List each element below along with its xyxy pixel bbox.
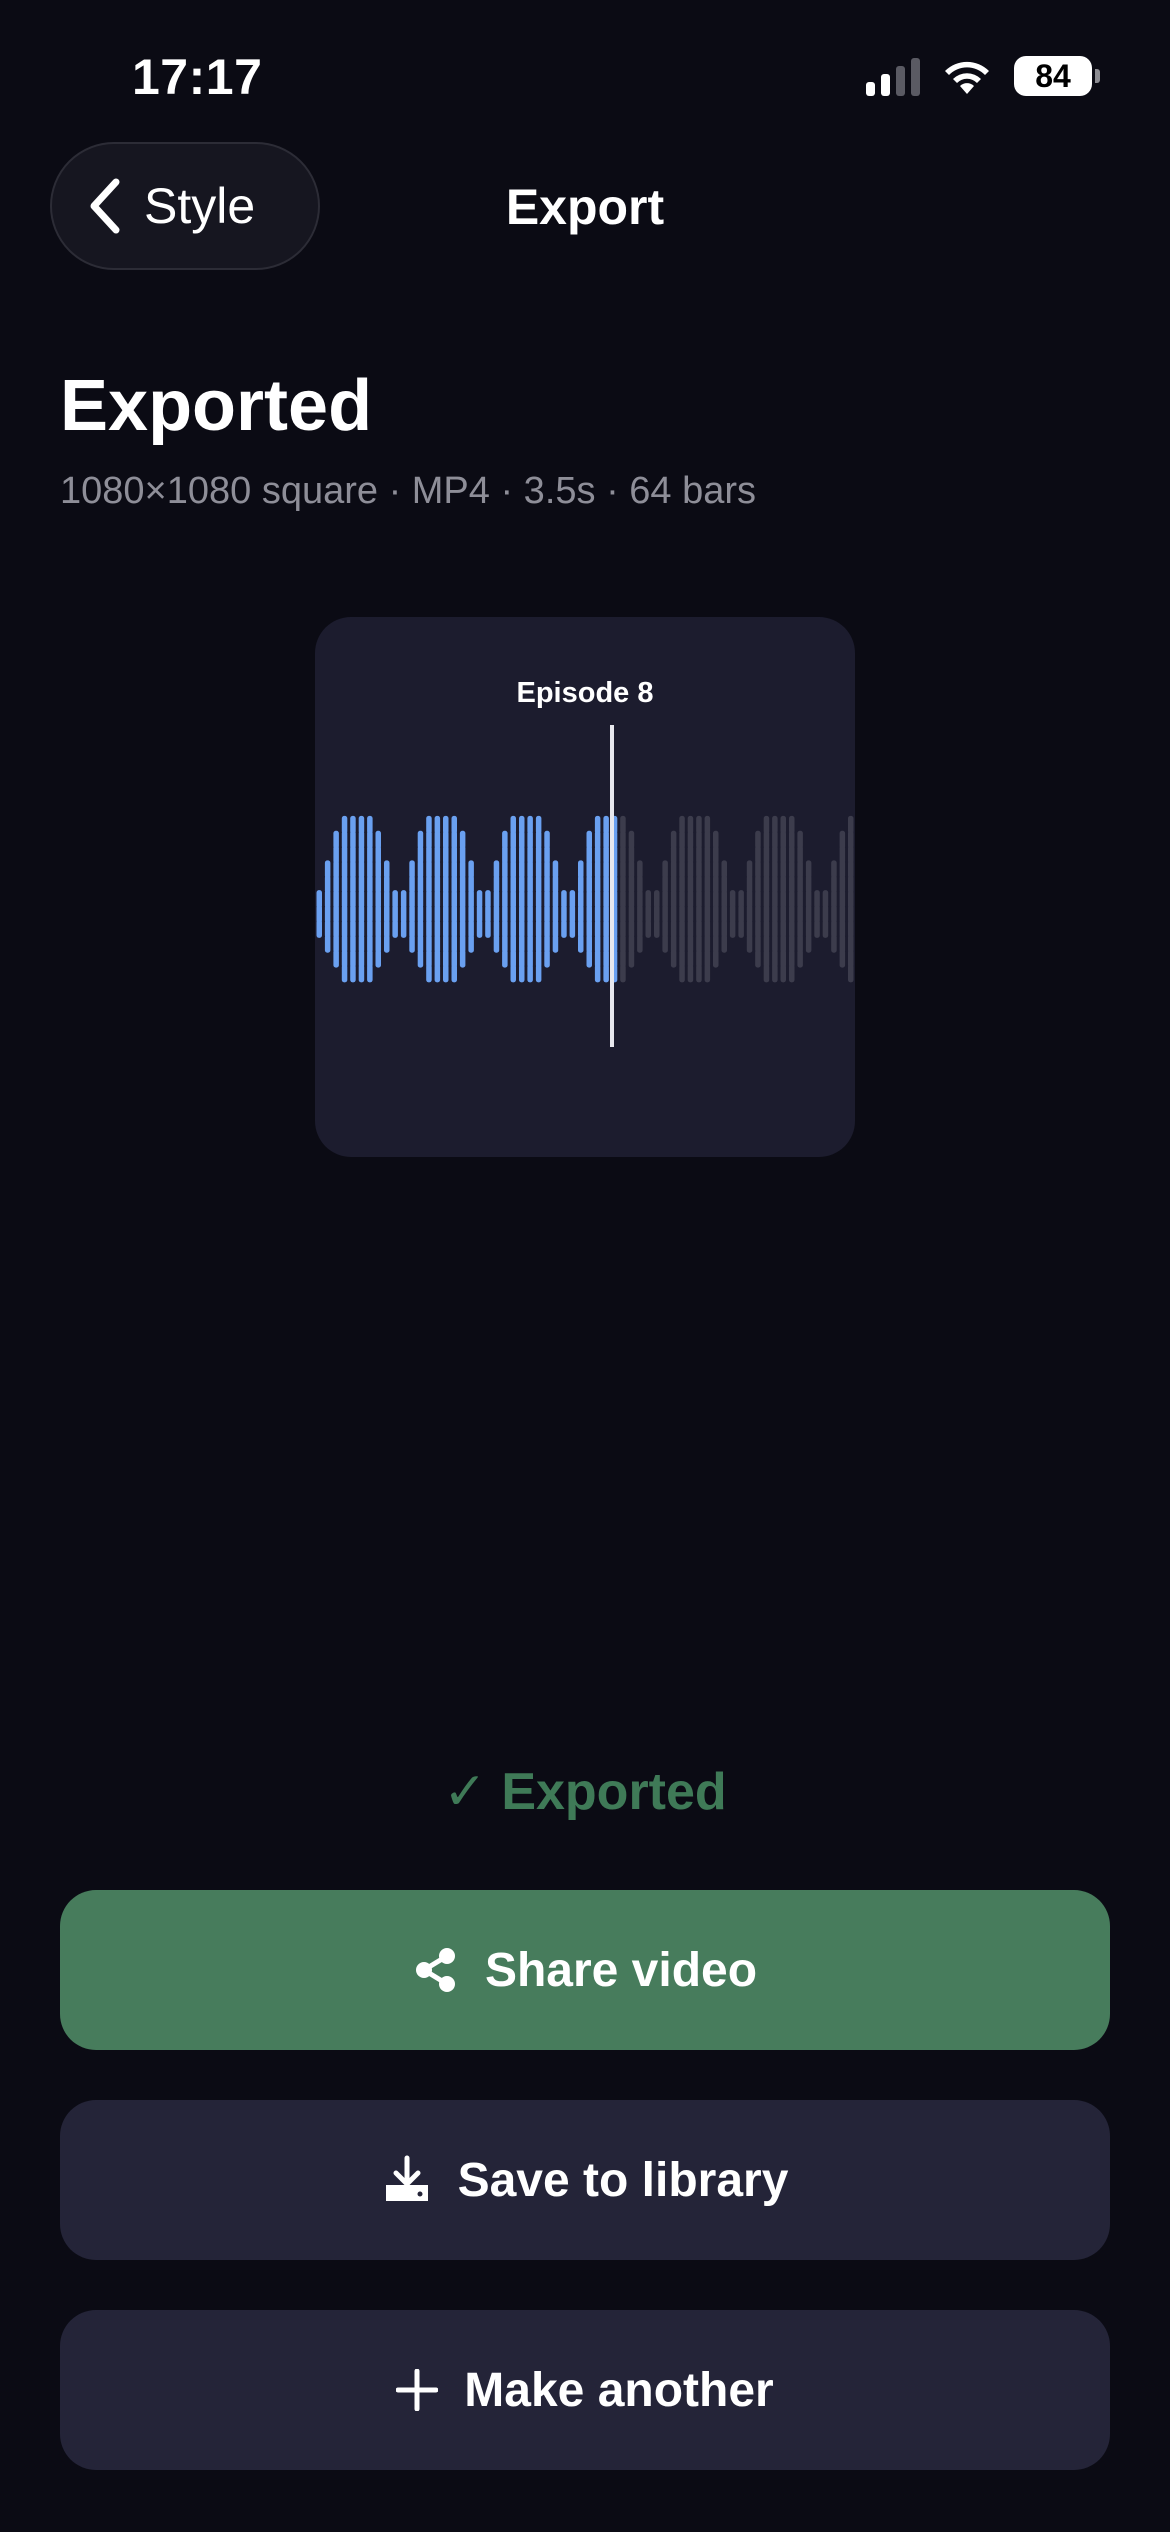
waveform-segment xyxy=(510,964,516,983)
waveform-segment xyxy=(578,934,584,953)
waveform-segment xyxy=(687,964,694,983)
make-another-label: Make another xyxy=(464,2363,774,2417)
waveform-segment xyxy=(392,919,398,938)
save-to-library-button[interactable]: Save to library xyxy=(60,2100,1110,2260)
waveform-segment xyxy=(721,934,727,953)
waveform-segment xyxy=(384,934,390,953)
waveform-segment xyxy=(426,964,432,983)
waveform-segment xyxy=(594,964,601,983)
waveform-segment xyxy=(459,949,466,968)
waveform-segment xyxy=(561,919,567,938)
waveform-segment xyxy=(316,919,322,938)
save-to-library-label: Save to library xyxy=(457,2153,789,2207)
waveform-segment xyxy=(831,934,837,953)
page-title: Exported xyxy=(60,366,373,446)
waveform-segment xyxy=(569,919,576,938)
nav-title: Export xyxy=(505,179,665,235)
waveform-segment xyxy=(780,964,786,983)
waveform-segment xyxy=(451,964,457,983)
waveform-segment xyxy=(670,949,677,968)
waveform-segment xyxy=(637,934,643,953)
waveform-segment xyxy=(645,919,651,938)
waveform-segment xyxy=(375,949,381,968)
waveform-segment xyxy=(662,934,668,953)
waveform-segment xyxy=(628,949,635,968)
waveform-segment xyxy=(476,919,483,938)
waveform-segment xyxy=(814,919,820,938)
page-subtitle: 1080×1080 square · MP4 · 3.5s · 64 bars xyxy=(60,470,757,512)
preview-title: Episode 8 xyxy=(516,677,654,709)
waveform-segment xyxy=(746,934,753,953)
waveform-segment xyxy=(350,964,356,983)
share-video-button[interactable]: Share video xyxy=(60,1890,1110,2050)
waveform-segment xyxy=(822,919,829,938)
download-icon xyxy=(382,2155,432,2205)
waveform-segment xyxy=(468,934,474,953)
waveform-segment xyxy=(679,964,685,983)
waveform-segment xyxy=(696,964,702,983)
waveform-segment xyxy=(485,919,491,938)
export-screen: 17:17 84 Style Export Exported 1080×1080… xyxy=(0,0,1170,2532)
waveform-segment xyxy=(654,919,660,938)
waveform-segment xyxy=(493,934,500,953)
waveform-segment xyxy=(789,964,795,983)
battery-icon: 84 xyxy=(1014,56,1100,96)
waveform-segment xyxy=(400,919,407,938)
waveform-segment xyxy=(519,964,525,983)
waveform-segment xyxy=(839,949,846,968)
waveform-segment xyxy=(544,949,550,968)
make-another-button[interactable]: Make another xyxy=(60,2310,1110,2470)
waveform-segment xyxy=(502,949,508,968)
waveform-segment xyxy=(848,964,854,983)
playhead-line xyxy=(610,725,614,1047)
waveform-segment xyxy=(603,964,609,983)
waveform-segment xyxy=(729,919,736,938)
waveform-segment xyxy=(358,964,365,983)
waveform-segment xyxy=(805,934,812,953)
wifi-icon xyxy=(945,61,989,94)
waveform-segment xyxy=(367,964,373,983)
waveform-segment xyxy=(797,949,803,968)
waveform-segment xyxy=(409,934,415,953)
waveform-segment xyxy=(620,964,626,983)
waveform-segment xyxy=(341,964,348,983)
waveform-segment xyxy=(417,949,424,968)
waveform-segment xyxy=(443,964,449,983)
plus-icon xyxy=(396,2369,439,2411)
waveform-segment xyxy=(738,919,744,938)
waveform-segment xyxy=(713,949,719,968)
waveform-segment xyxy=(763,964,770,983)
video-preview[interactable]: Episode 8 xyxy=(315,617,855,1157)
waveform-segment xyxy=(333,949,339,968)
waveform-segment xyxy=(755,949,761,968)
battery-level: 84 xyxy=(1035,57,1071,94)
status-time: 17:17 xyxy=(132,49,263,105)
waveform-segment xyxy=(535,964,542,983)
share-video-label: Share video xyxy=(484,1943,758,1997)
waveform-segment xyxy=(324,934,331,953)
export-status: ✓ Exported xyxy=(443,1763,727,1821)
waveform-segment xyxy=(586,949,592,968)
signal-icon xyxy=(866,56,920,96)
waveform-segment xyxy=(704,964,711,983)
status-icons: 84 xyxy=(866,52,1100,100)
waveform-segment xyxy=(552,934,559,953)
waveform-segment xyxy=(527,964,533,983)
waveform-segment xyxy=(434,964,441,983)
waveform-segment xyxy=(772,964,778,983)
share-icon xyxy=(413,1947,459,1993)
